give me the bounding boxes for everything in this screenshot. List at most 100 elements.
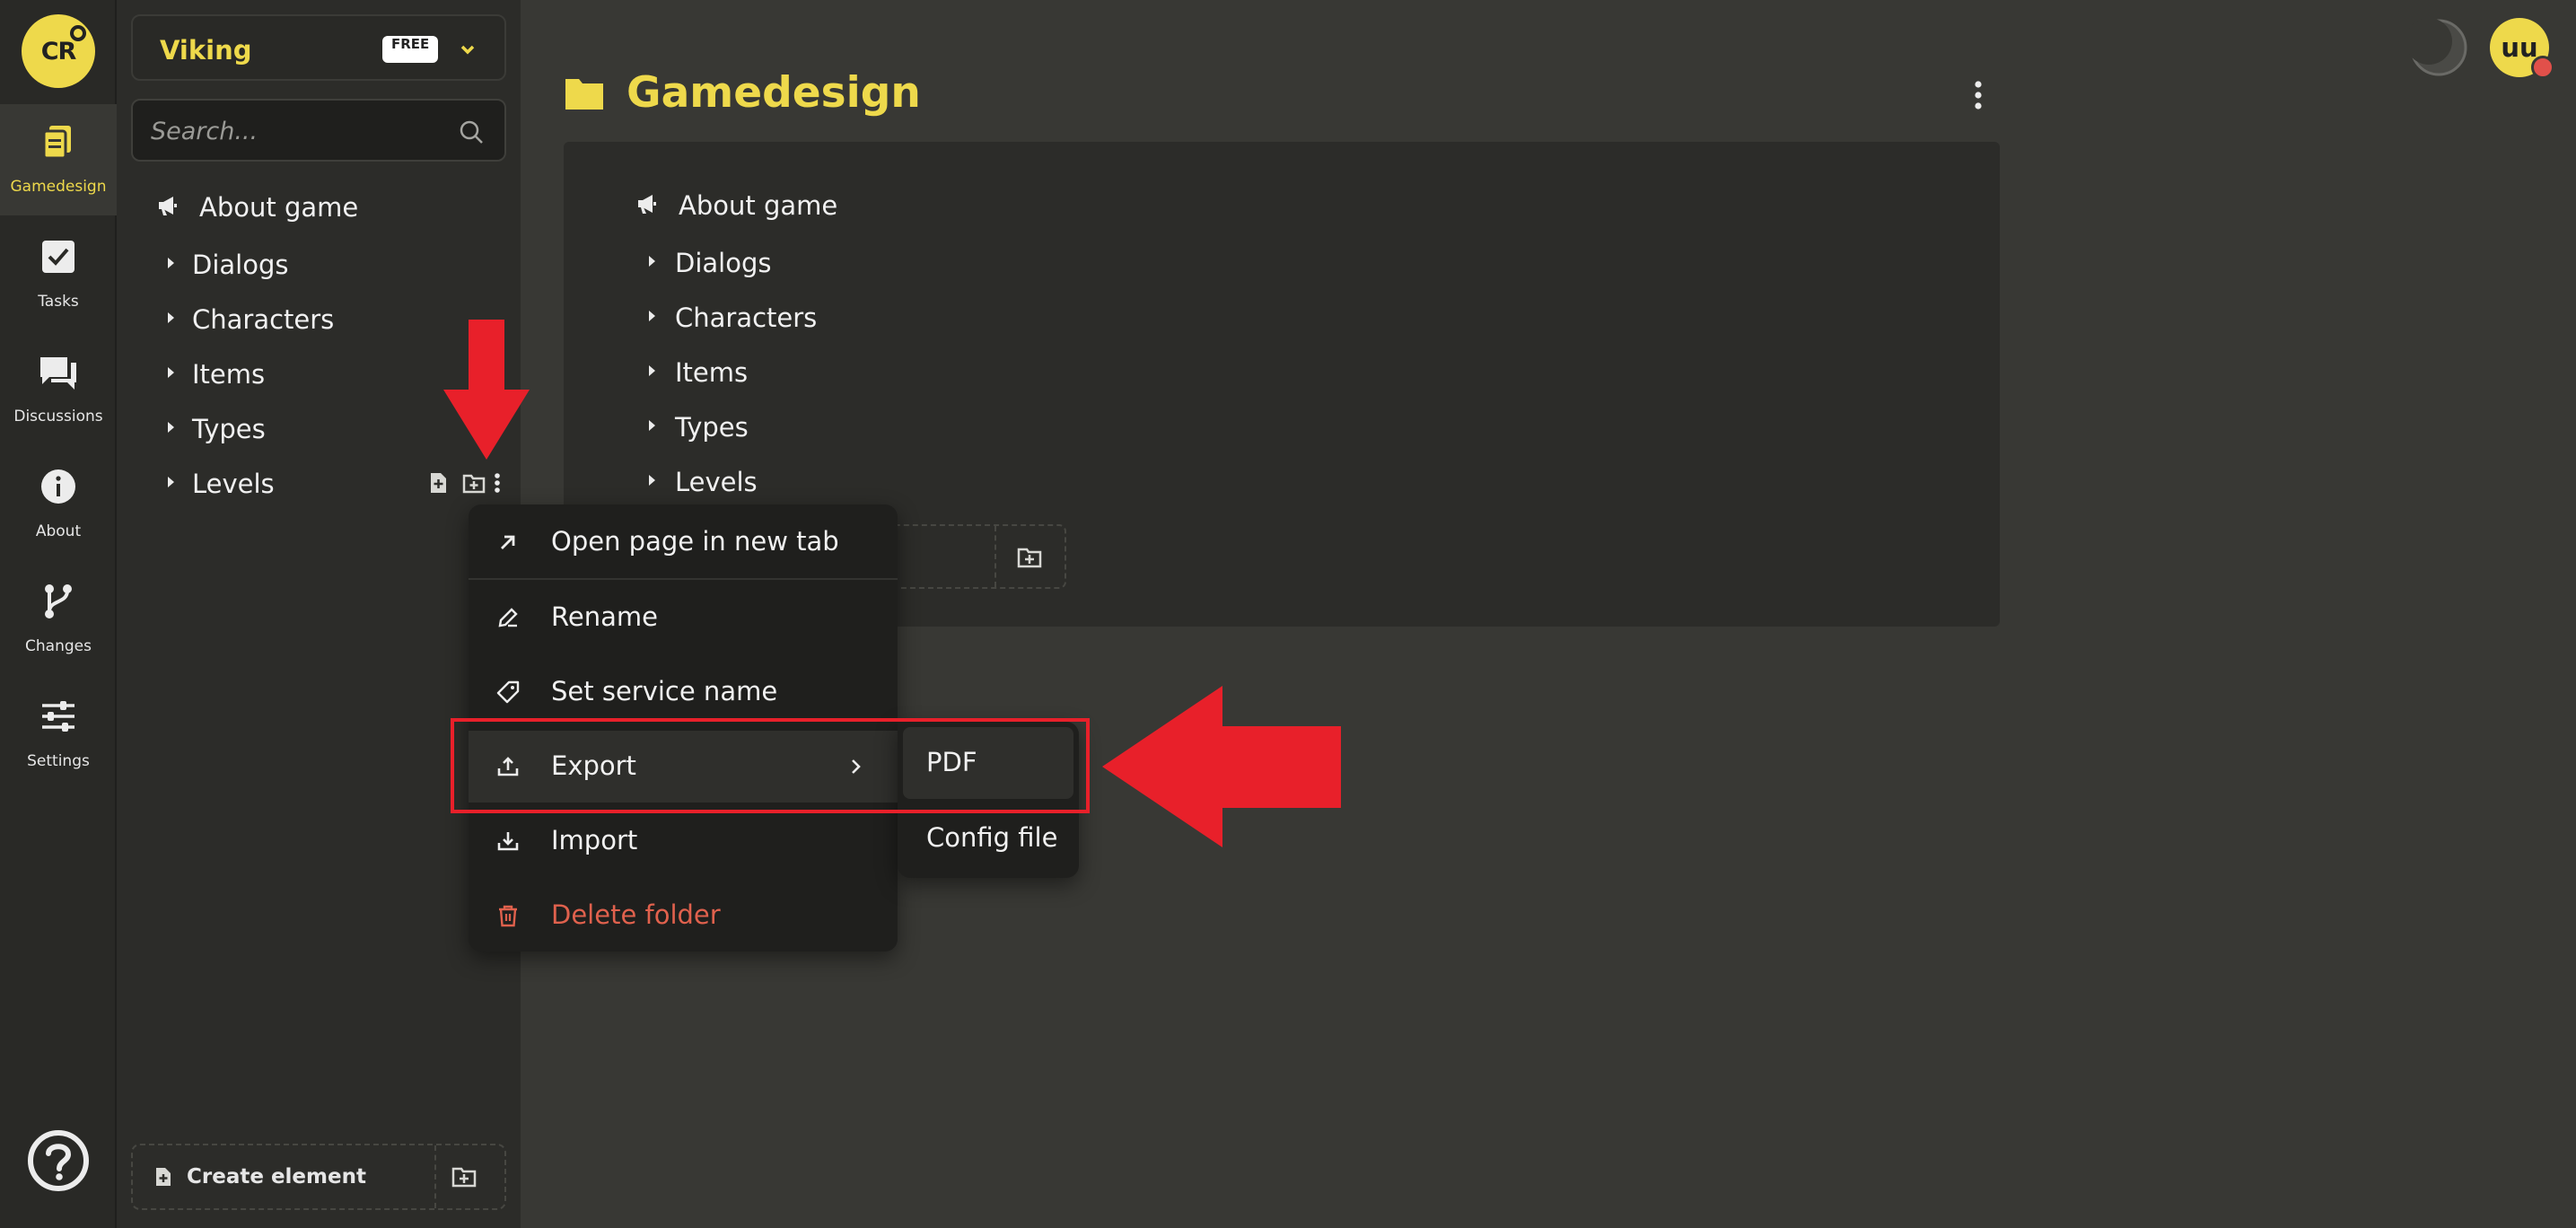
pencil-icon (498, 608, 518, 627)
caret-right-icon[interactable] (163, 256, 178, 270)
content-item-label: Items (675, 357, 749, 388)
rail-label: Gamedesign (10, 178, 107, 196)
trash-icon (499, 905, 517, 927)
add-folder-icon[interactable] (461, 470, 486, 496)
divider (434, 1145, 436, 1208)
annotation-highlight-box (451, 718, 1090, 813)
content-item-types[interactable]: Types (635, 403, 1354, 448)
moon-icon[interactable] (2409, 18, 2468, 77)
user-avatar[interactable]: uu (2490, 18, 2554, 79)
branch-icon (45, 584, 72, 618)
search-icon[interactable] (458, 118, 485, 145)
download-icon (497, 832, 519, 851)
more-vertical-icon[interactable] (1966, 77, 1991, 113)
tree-item-about-game[interactable]: About game (156, 183, 497, 228)
rail-label: Tasks (38, 293, 79, 311)
content-item-label: Dialogs (675, 248, 772, 278)
menu-item-label: Set service name (551, 676, 778, 706)
tree-item-label: Characters (192, 304, 335, 335)
menu-item-label: Import (551, 825, 638, 855)
megaphone-icon (638, 195, 656, 214)
caret-right-icon[interactable] (644, 254, 659, 268)
content-item-label: Levels (675, 467, 758, 497)
tree-item-label: Dialogs (192, 250, 289, 280)
annotation-arrow-down-icon (443, 320, 530, 460)
app-logo[interactable]: CR (22, 14, 95, 88)
logo-ring-icon (70, 25, 86, 41)
add-folder-icon[interactable] (1016, 544, 1043, 571)
add-folder-icon[interactable] (451, 1163, 478, 1190)
project-name: Viking (160, 35, 252, 66)
caret-right-icon[interactable] (163, 475, 178, 489)
page-title: Gamedesign (626, 68, 921, 118)
content-item-characters[interactable]: Characters (635, 294, 1354, 338)
help-icon[interactable] (27, 1129, 90, 1192)
content-item-about-game[interactable]: About game (635, 181, 1354, 226)
add-page-icon (156, 1168, 171, 1186)
content-item-label: About game (679, 190, 838, 221)
caret-right-icon[interactable] (644, 473, 659, 487)
megaphone-icon (159, 197, 177, 215)
plan-badge: FREE (382, 36, 439, 63)
arrow-up-right-icon (501, 535, 515, 549)
rail-item-settings[interactable]: Settings (0, 679, 117, 790)
rail-item-discussions[interactable]: Discussions (0, 334, 117, 445)
content-item-items[interactable]: Items (635, 348, 1354, 393)
tree-item-label: Items (192, 359, 266, 390)
pages-icon (42, 126, 71, 160)
create-element-label: Create element (187, 1165, 366, 1189)
tree-item-levels[interactable]: Levels (156, 460, 500, 504)
tag-icon (496, 680, 520, 704)
more-vertical-icon[interactable] (488, 470, 506, 496)
rail-label: About (35, 522, 82, 540)
content-item-label: Types (675, 412, 749, 443)
caret-right-icon[interactable] (163, 365, 178, 380)
content-item-label: Characters (675, 303, 818, 333)
info-icon (41, 469, 75, 504)
create-bar: Create element (131, 1144, 506, 1210)
caret-right-icon[interactable] (644, 309, 659, 323)
caret-right-icon[interactable] (644, 364, 659, 378)
caret-right-icon[interactable] (644, 418, 659, 433)
menu-item-label: Rename (551, 601, 658, 632)
caret-right-icon[interactable] (163, 311, 178, 325)
menu-item-label: Delete folder (551, 899, 721, 930)
sidebar: Viking FREE About game Dialogs Character… (117, 0, 521, 1228)
checkbox-icon (42, 241, 74, 273)
logo-text: CR (40, 38, 77, 66)
menu-item-label: Open page in new tab (551, 526, 839, 557)
tree-item-label: About game (199, 192, 359, 223)
rail-item-about[interactable]: About (0, 449, 117, 560)
add-page-icon[interactable] (425, 470, 451, 496)
menu-item-delete-folder[interactable]: Delete folder (469, 880, 898, 952)
notification-badge-icon (2531, 56, 2554, 79)
sliders-icon (42, 701, 74, 732)
annotation-arrow-left-icon (1102, 686, 1341, 847)
create-element-button[interactable]: Create element (133, 1145, 434, 1208)
divider (994, 526, 996, 587)
folder-icon (565, 79, 603, 110)
chevron-down-icon (460, 45, 475, 55)
rail-item-tasks[interactable]: Tasks (0, 219, 117, 330)
submenu-item-label: Config file (926, 822, 1058, 853)
menu-item-rename[interactable]: Rename (469, 582, 898, 653)
menu-item-import[interactable]: Import (469, 805, 898, 877)
tree-item-label: Types (192, 414, 266, 444)
project-switcher[interactable]: Viking FREE (131, 14, 506, 81)
rail-item-gamedesign[interactable]: Gamedesign (0, 104, 117, 215)
caret-right-icon[interactable] (163, 420, 178, 434)
content-item-levels[interactable]: Levels (635, 458, 1354, 503)
tree-item-label: Levels (192, 469, 275, 499)
search-input[interactable] (151, 113, 447, 149)
rail-label: Discussions (13, 408, 103, 425)
submenu-item-config-file[interactable]: Config file (898, 803, 1079, 874)
nav-rail: CR Gamedesign Tasks Discussions About Ch… (0, 0, 117, 1228)
menu-item-set-service-name[interactable]: Set service name (469, 656, 898, 728)
content-item-dialogs[interactable]: Dialogs (635, 239, 1354, 284)
rail-item-changes[interactable]: Changes (0, 564, 117, 675)
menu-separator (469, 578, 898, 580)
menu-item-open-new-tab[interactable]: Open page in new tab (469, 506, 898, 578)
rail-label: Settings (27, 752, 90, 770)
chat-icon (40, 357, 76, 390)
tree-item-dialogs[interactable]: Dialogs (156, 241, 497, 285)
